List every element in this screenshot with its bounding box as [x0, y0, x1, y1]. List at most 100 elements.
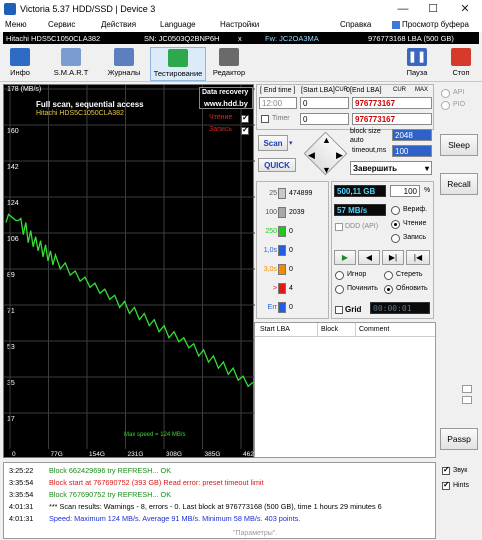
- hints-label: Hints: [453, 482, 469, 489]
- menu-actions[interactable]: Действия: [101, 20, 136, 29]
- sound-checkbox[interactable]: [442, 465, 450, 475]
- finish-action-select[interactable]: Завершить ▾: [350, 161, 432, 175]
- back-button[interactable]: ◀: [358, 250, 380, 265]
- menu-settings[interactable]: Настройки: [220, 20, 259, 29]
- write-legend-checkbox[interactable]: [241, 125, 249, 135]
- sound-label: Звук: [453, 467, 468, 474]
- maximize-button[interactable]: ☐: [418, 0, 448, 18]
- start-lba-field[interactable]: 0: [300, 97, 349, 109]
- grid-checkbox[interactable]: [335, 306, 343, 314]
- finish-action-value: Завершить: [353, 164, 398, 173]
- log-message: Block start at 767690752 (393 GB) Read e…: [49, 478, 264, 487]
- scan-chevron-icon[interactable]: ▾: [289, 139, 293, 147]
- api-radio[interactable]: [441, 89, 450, 98]
- pause-button[interactable]: ❚❚ Пауза: [402, 47, 432, 81]
- end-lba-field[interactable]: 976773167: [352, 97, 432, 109]
- column-comment[interactable]: Comment: [359, 326, 389, 333]
- read-legend-checkbox[interactable]: [241, 113, 249, 123]
- device-close-x[interactable]: x: [238, 34, 242, 43]
- x-tick-label: 77G: [51, 451, 63, 458]
- arrow-left-icon[interactable]: ◀: [308, 150, 315, 161]
- scan-button[interactable]: Scan: [258, 135, 288, 151]
- verify-label: Вериф.: [403, 206, 428, 213]
- read-label: Чтение: [403, 220, 427, 227]
- y-tick-label: 89: [7, 272, 15, 279]
- menu-bar: Меню Сервис Действия Language Настройки …: [0, 18, 482, 32]
- block-counts-group: 25 474899 100 2039 250 0 1,0s 0 3,0s 0 >4 Err 0: [256, 181, 329, 319]
- testing-label: Тестирование: [153, 69, 203, 78]
- y-axis-unit: 178 (MB/s): [7, 86, 42, 93]
- arrow-up-icon[interactable]: ▲: [322, 135, 331, 145]
- block-size-select[interactable]: 2048: [392, 129, 432, 141]
- skip-end-button[interactable]: |◀: [406, 250, 430, 265]
- column-start-lba[interactable]: Start LBA: [260, 326, 290, 333]
- count-threshold-label: 250: [265, 228, 277, 235]
- end-cur-label[interactable]: CUR: [393, 87, 406, 93]
- refresh-radio[interactable]: [384, 285, 393, 294]
- menu-help[interactable]: Справка: [340, 20, 371, 29]
- ignore-radio[interactable]: [335, 271, 344, 280]
- menu-language[interactable]: Language: [160, 20, 196, 29]
- y-tick-label: 142: [7, 164, 19, 171]
- device-firmware: Fw: JC2OA3MA: [265, 34, 319, 43]
- hints-checkbox[interactable]: [442, 480, 450, 490]
- menu-buffer-view[interactable]: Просмотр буфера: [402, 20, 469, 29]
- count-swatch: [278, 264, 286, 275]
- close-button[interactable]: ✕: [450, 0, 480, 18]
- watermark-line-2: www.hdd.by: [204, 99, 248, 108]
- read-radio[interactable]: [391, 220, 400, 229]
- event-log[interactable]: 3:25:22 Block 662429696 try REFRESH... OK…: [3, 462, 436, 539]
- editor-button[interactable]: Редактор: [208, 47, 250, 81]
- x-tick-label: 385G: [205, 451, 221, 458]
- arrow-down-icon[interactable]: ▼: [322, 165, 331, 175]
- count-swatch: [278, 283, 286, 294]
- count-value: 0: [289, 247, 293, 254]
- verify-radio[interactable]: [391, 206, 400, 215]
- menu-main[interactable]: Меню: [5, 20, 27, 29]
- end-lba-current-field[interactable]: 976773167: [352, 113, 432, 125]
- testing-button[interactable]: Тестирование: [150, 47, 206, 81]
- smart-button[interactable]: S.M.A.R.T: [48, 47, 94, 81]
- stop-button[interactable]: Стоп: [446, 47, 476, 81]
- grid-label: Grid: [345, 305, 362, 314]
- end-max-label[interactable]: MAX: [415, 87, 428, 93]
- write-radio[interactable]: [391, 234, 400, 243]
- erase-radio[interactable]: [384, 271, 393, 280]
- side-toggle-1[interactable]: [462, 385, 472, 393]
- stop-label: Стоп: [452, 68, 470, 77]
- x-tick-label: 154G: [89, 451, 105, 458]
- timer-field[interactable]: 0: [300, 113, 349, 125]
- minimize-button[interactable]: —: [388, 0, 418, 18]
- column-block[interactable]: Block: [321, 326, 338, 333]
- watermark-box: Data recovery www.hdd.by: [199, 87, 253, 109]
- quick-button[interactable]: QUICK: [258, 158, 296, 172]
- pio-radio[interactable]: [441, 101, 450, 110]
- ddd-checkbox[interactable]: [335, 223, 343, 231]
- timeout-select[interactable]: 100: [392, 145, 432, 157]
- side-toggle-2[interactable]: [462, 396, 472, 404]
- elapsed-clock: 00:00:01: [370, 302, 430, 314]
- journals-label: Журналы: [107, 68, 141, 77]
- passp-button[interactable]: Passp: [440, 428, 478, 450]
- info-button[interactable]: Инфо: [4, 47, 36, 81]
- defects-table[interactable]: Start LBA Block Comment: [254, 322, 436, 458]
- arrow-right-icon[interactable]: ▶: [336, 150, 343, 161]
- recall-button[interactable]: Recall: [440, 173, 478, 195]
- x-tick-label: 308G: [166, 451, 182, 458]
- write-label: Запись: [403, 234, 426, 241]
- play-button[interactable]: ▶: [334, 250, 356, 265]
- smart-icon: [61, 48, 81, 66]
- remap-radio[interactable]: [335, 285, 344, 294]
- timer-checkbox[interactable]: [261, 115, 269, 123]
- journals-icon: [114, 48, 134, 66]
- end-time-field[interactable]: 12:00: [259, 97, 297, 109]
- start-lba-label: [Start LBA]: [301, 87, 335, 94]
- menu-service[interactable]: Сервис: [48, 20, 75, 29]
- x-tick-label: 231G: [128, 451, 144, 458]
- log-time: 4:01:31: [9, 502, 34, 511]
- count-threshold-label: Err: [267, 304, 277, 311]
- skip-forward-button[interactable]: ▶|: [382, 250, 404, 265]
- sleep-button[interactable]: Sleep: [440, 134, 478, 156]
- log-time: 3:35:54: [9, 478, 34, 487]
- journals-button[interactable]: Журналы: [104, 47, 144, 81]
